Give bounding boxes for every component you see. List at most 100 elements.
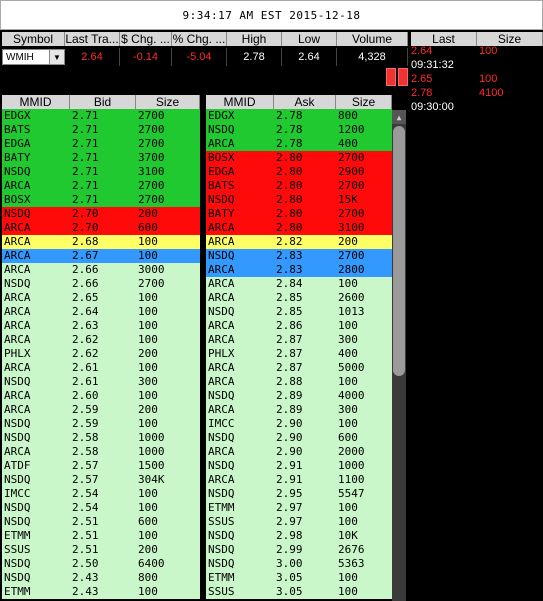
ask-row[interactable]: NSDQ 2.80 15K <box>206 193 392 207</box>
bid-row[interactable]: BATS 2.71 2700 <box>2 123 200 137</box>
ask-row[interactable]: EDGA 2.80 2900 <box>206 165 392 179</box>
symbol-select[interactable]: WMIH ▼ <box>2 49 65 65</box>
col-pct-change[interactable]: % Chg. ... <box>172 32 227 46</box>
bid-row[interactable]: NSDQ 2.66 2700 <box>2 277 200 291</box>
bid-row[interactable]: ARCA 2.66 3000 <box>2 263 200 277</box>
bid-row[interactable]: IMCC 2.54 100 <box>2 487 200 501</box>
bid-row[interactable]: ATDF 2.57 1500 <box>2 459 200 473</box>
ask-col-size[interactable]: Size <box>336 95 392 109</box>
bid-row[interactable]: ARCA 2.60 100 <box>2 389 200 403</box>
bid-row[interactable]: NSDQ 2.58 1000 <box>2 431 200 445</box>
ask-size: 1013 <box>338 305 365 318</box>
ask-row[interactable]: NSDQ 3.00 5363 <box>206 557 392 571</box>
bid-row[interactable]: EDGA 2.71 2700 <box>2 137 200 151</box>
bid-row[interactable]: EDGX 2.71 2700 <box>2 109 200 123</box>
ask-row[interactable]: SSUS 2.97 100 <box>206 515 392 529</box>
ask-row[interactable]: ARCA 2.91 1100 <box>206 473 392 487</box>
bid-row[interactable]: NSDQ 2.59 100 <box>2 417 200 431</box>
col-last-trade[interactable]: Last Tra... <box>65 32 120 46</box>
ask-row[interactable]: ARCA 2.90 2000 <box>206 445 392 459</box>
bid-row[interactable]: NSDQ 2.70 200 <box>2 207 200 221</box>
ask-row[interactable]: NSDQ 2.99 2676 <box>206 543 392 557</box>
bid-row[interactable]: PHLX 2.62 200 <box>2 347 200 361</box>
ask-col-price[interactable]: Ask <box>274 95 336 109</box>
ask-row[interactable]: ARCA 2.87 5000 <box>206 361 392 375</box>
ask-col-mmid[interactable]: MMID <box>206 95 274 109</box>
ask-row[interactable]: IMCC 2.90 100 <box>206 417 392 431</box>
ask-row[interactable]: NSDQ 2.89 4000 <box>206 389 392 403</box>
ask-row[interactable]: NSDQ 2.91 1000 <box>206 459 392 473</box>
bid-row[interactable]: ARCA 2.62 100 <box>2 333 200 347</box>
bid-row[interactable]: NSDQ 2.71 3100 <box>2 165 200 179</box>
bid-row[interactable]: NSDQ 2.50 6400 <box>2 557 200 571</box>
ts-row[interactable]: 2.64 100 <box>411 45 543 59</box>
bid-row[interactable]: SSUS 2.51 200 <box>2 543 200 557</box>
bid-row[interactable]: ARCA 2.59 200 <box>2 403 200 417</box>
ask-row[interactable]: ARCA 2.89 300 <box>206 403 392 417</box>
ts-col-last[interactable]: Last <box>411 32 477 46</box>
bid-row[interactable]: NSDQ 2.43 800 <box>2 571 200 585</box>
ask-row[interactable]: ARCA 2.86 100 <box>206 319 392 333</box>
ask-row[interactable]: ARCA 2.85 2600 <box>206 291 392 305</box>
ask-row[interactable]: SSUS 3.05 100 <box>206 585 392 599</box>
bid-row[interactable]: BOSX 2.71 2700 <box>2 193 200 207</box>
col-symbol[interactable]: Symbol <box>2 32 65 46</box>
bid-row[interactable]: ARCA 2.65 100 <box>2 291 200 305</box>
bid-mmid: ARCA <box>4 445 31 458</box>
ask-row[interactable]: NSDQ 2.90 600 <box>206 431 392 445</box>
scroll-up-icon[interactable]: ▲ <box>392 110 406 124</box>
bid-row[interactable]: ETMM 2.43 100 <box>2 585 200 599</box>
ask-row[interactable]: BATY 2.80 2700 <box>206 207 392 221</box>
bid-row[interactable]: ARCA 2.58 1000 <box>2 445 200 459</box>
ask-row[interactable]: BATS 2.80 2700 <box>206 179 392 193</box>
ts-row[interactable]: 2.78 4100 <box>411 87 543 101</box>
bid-row[interactable]: ARCA 2.61 100 <box>2 361 200 375</box>
ask-row[interactable]: NSDQ 2.95 5547 <box>206 487 392 501</box>
ask-row[interactable]: ARCA 2.82 200 <box>206 235 392 249</box>
bid-size: 2700 <box>138 137 165 150</box>
bid-col-size[interactable]: Size <box>136 95 200 109</box>
bid-row[interactable]: NSDQ 2.57 304K <box>2 473 200 487</box>
ask-row[interactable]: ETMM 3.05 100 <box>206 571 392 585</box>
bid-row[interactable]: ARCA 2.70 600 <box>2 221 200 235</box>
bid-row[interactable]: BATY 2.71 3700 <box>2 151 200 165</box>
ask-size: 2000 <box>338 445 365 458</box>
ask-row[interactable]: ARCA 2.87 300 <box>206 333 392 347</box>
bid-row[interactable]: ARCA 2.71 2700 <box>2 179 200 193</box>
bid-row[interactable]: ARCA 2.63 100 <box>2 319 200 333</box>
bid-row[interactable]: NSDQ 2.61 300 <box>2 375 200 389</box>
ask-row[interactable]: ARCA 2.83 2800 <box>206 263 392 277</box>
bid-row[interactable]: ARCA 2.64 100 <box>2 305 200 319</box>
ask-row[interactable]: ARCA 2.84 100 <box>206 277 392 291</box>
ask-row[interactable]: NSDQ 2.85 1013 <box>206 305 392 319</box>
bid-row[interactable]: ETMM 2.51 100 <box>2 529 200 543</box>
ask-scrollbar[interactable]: ▲ <box>392 110 406 601</box>
col-dollar-change[interactable]: $ Chg. ... <box>120 32 172 46</box>
ts-row[interactable]: 2.65 100 <box>411 73 543 87</box>
col-high[interactable]: High <box>227 32 282 46</box>
ask-row[interactable]: ARCA 2.88 100 <box>206 375 392 389</box>
bid-row[interactable]: NSDQ 2.51 600 <box>2 515 200 529</box>
chevron-down-icon[interactable]: ▼ <box>49 50 64 64</box>
ask-row[interactable]: ETMM 2.97 100 <box>206 501 392 515</box>
ask-row[interactable]: NSDQ 2.98 10K <box>206 529 392 543</box>
bid-row[interactable]: NSDQ 2.54 100 <box>2 501 200 515</box>
col-low[interactable]: Low <box>282 32 337 46</box>
col-volume[interactable]: Volume <box>337 32 408 46</box>
ask-row[interactable]: NSDQ 2.83 2700 <box>206 249 392 263</box>
ts-col-size[interactable]: Size <box>477 32 543 46</box>
ask-size: 4000 <box>338 389 365 402</box>
scroll-thumb[interactable] <box>393 126 405 376</box>
bid-col-price[interactable]: Bid <box>70 95 136 109</box>
ask-row[interactable]: PHLX 2.87 400 <box>206 347 392 361</box>
ask-row[interactable]: ARCA 2.80 3100 <box>206 221 392 235</box>
ask-row[interactable]: ARCA 2.78 400 <box>206 137 392 151</box>
bid-row[interactable]: ARCA 2.68 100 <box>2 235 200 249</box>
bid-row[interactable]: ARCA 2.67 100 <box>2 249 200 263</box>
bid-col-mmid[interactable]: MMID <box>2 95 70 109</box>
bid-size: 100 <box>138 529 158 542</box>
ask-row[interactable]: BOSX 2.80 2700 <box>206 151 392 165</box>
ask-row[interactable]: EDGX 2.78 800 <box>206 109 392 123</box>
ask-row[interactable]: NSDQ 2.78 1200 <box>206 123 392 137</box>
ask-mmid: NSDQ <box>208 543 235 556</box>
